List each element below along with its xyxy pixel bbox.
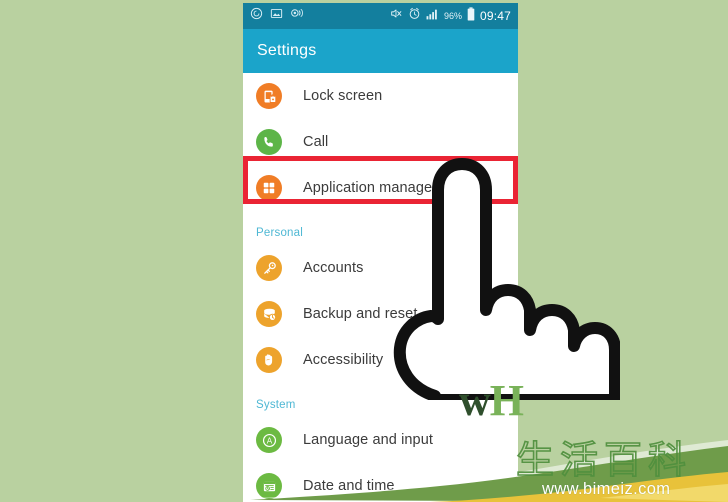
settings-item-label: Application manager (303, 180, 438, 196)
language-icon: A (256, 427, 282, 453)
settings-item-label: Date and time (303, 478, 395, 494)
settings-item-label: Accessibility (303, 352, 384, 368)
data-saver-icon (250, 7, 263, 25)
settings-item-label: Language and input (303, 432, 434, 448)
app-bar: Settings (243, 29, 518, 73)
hand-icon (256, 347, 282, 373)
lock-screen-icon (256, 83, 282, 109)
settings-item-application-manager[interactable]: Application manager (243, 165, 518, 211)
settings-item-label: Accounts (303, 260, 364, 276)
battery-percent-label: 96% (443, 11, 462, 21)
status-bar-clock: 09:47 (479, 9, 511, 23)
status-bar-left-icons (250, 7, 304, 25)
section-header-personal: Personal (243, 211, 518, 245)
signal-icon (426, 7, 439, 25)
wikihow-logo-h: H (489, 376, 524, 425)
status-bar: 96% 09:47 (243, 3, 518, 29)
phone-icon (256, 129, 282, 155)
mute-icon (389, 7, 403, 25)
alarm-icon (408, 7, 421, 25)
settings-item-call[interactable]: Call (243, 119, 518, 165)
backup-restore-icon (256, 301, 282, 327)
section-header-label: System (256, 399, 296, 411)
page-title: Settings (257, 42, 317, 59)
screenshot-canvas: 96% 09:47 Settings Lock screen Call Appl… (0, 0, 728, 502)
settings-item-accounts[interactable]: Accounts (243, 245, 518, 291)
calendar-clock-icon (256, 473, 282, 499)
section-header-label: Personal (256, 227, 303, 239)
settings-list: Lock screen Call Application manager Per… (243, 73, 518, 502)
site-watermark: 生活百科 www.bimeiz.com (515, 438, 693, 499)
watermark-url: www.bimeiz.com (542, 480, 671, 498)
application-manager-icon (256, 175, 282, 201)
key-icon (256, 255, 282, 281)
phone-screen: 96% 09:47 Settings Lock screen Call Appl… (243, 3, 518, 502)
watermark-chinese-text: 生活百科 (515, 438, 693, 482)
settings-item-label: Call (303, 134, 329, 150)
wikihow-logo-w: w (459, 376, 491, 425)
status-bar-right-icons: 96% 09:47 (389, 6, 511, 26)
screenshot-captured-icon (270, 7, 283, 25)
settings-item-label: Lock screen (303, 88, 383, 104)
wikihow-logo: wH (459, 376, 524, 425)
settings-item-label: Backup and reset (303, 306, 418, 322)
svg-text:A: A (266, 436, 272, 445)
settings-item-backup-and-reset[interactable]: Backup and reset (243, 291, 518, 337)
smart-stay-icon (290, 7, 304, 25)
settings-item-lock-screen[interactable]: Lock screen (243, 73, 518, 119)
battery-icon (467, 6, 475, 26)
settings-item-date-and-time[interactable]: Date and time (243, 463, 518, 502)
